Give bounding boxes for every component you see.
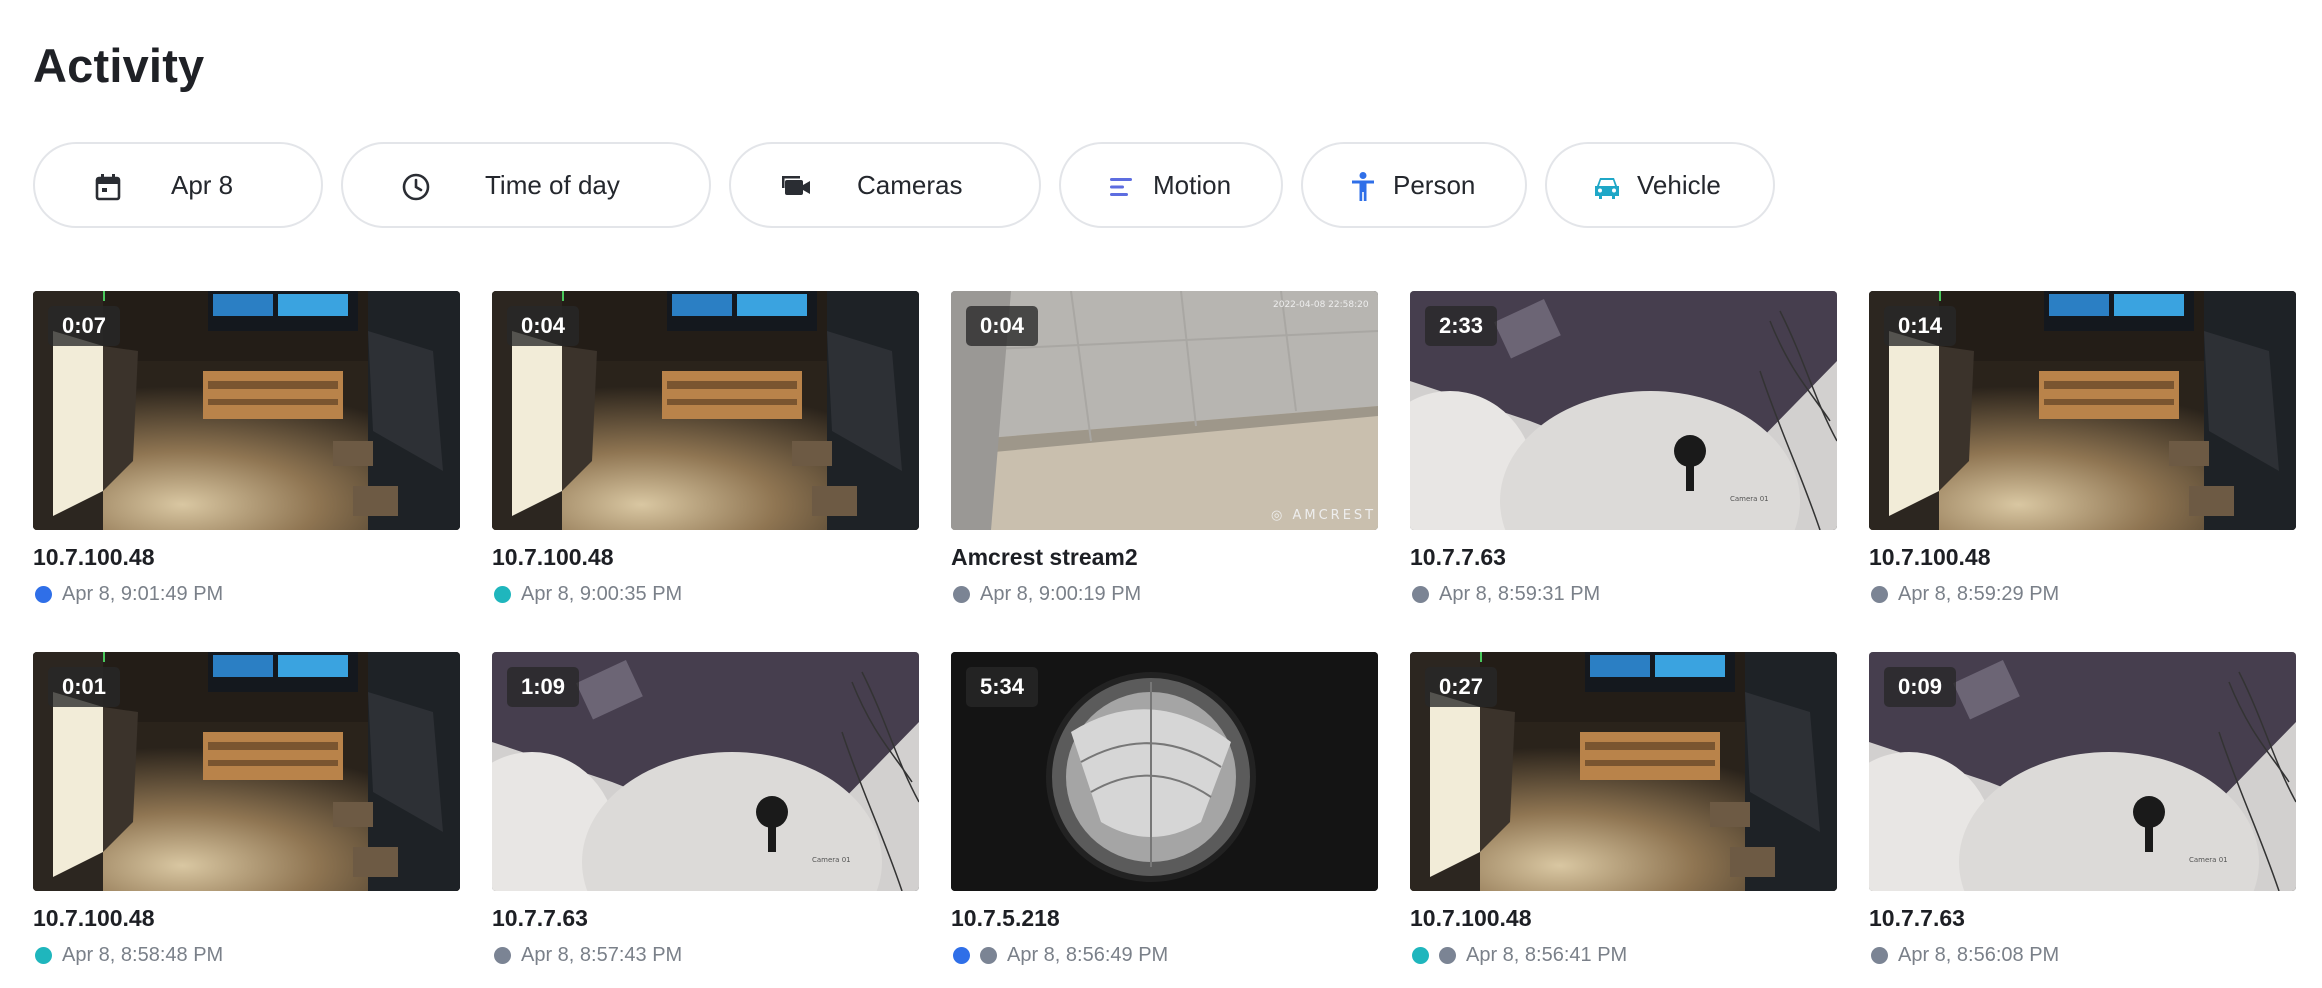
event-timestamp: Apr 8, 8:59:31 PM [1439, 582, 1601, 605]
vehicle-filter-chip[interactable]: Vehicle [1545, 142, 1775, 228]
duration-badge: 0:04 [507, 306, 580, 346]
event-timestamp: Apr 8, 8:57:43 PM [521, 943, 683, 966]
camera-name: 10.7.100.48 [33, 544, 155, 570]
date-filter-label: Apr 8 [171, 170, 234, 200]
person-filter-label: Person [1393, 170, 1476, 200]
other-detection-dot [1871, 946, 1888, 964]
event-timestamp: Apr 8, 9:00:19 PM [980, 582, 1142, 605]
event-meta: Apr 8, 8:58:48 PM [35, 942, 223, 968]
date-filter-chip[interactable]: Apr 8 [33, 142, 323, 228]
svg-text:Camera 01: Camera 01 [1730, 495, 1769, 503]
event-thumbnail[interactable]: 0:04 [492, 291, 919, 530]
cameras-filter-chip[interactable]: Cameras [729, 142, 1041, 228]
event-thumbnail[interactable]: 2022-04-08 22:58:20 ◎ AMCREST 0:04 [951, 291, 1378, 530]
other-detection-dot [494, 946, 511, 964]
event-card[interactable]: 5:34 10.7.5.218 Apr 8, 8:56:49 PM [951, 652, 1378, 982]
event-card[interactable]: 0:07 10.7.100.48 Apr 8, 9:01:49 PM [33, 291, 460, 621]
event-meta: Apr 8, 9:00:35 PM [494, 581, 682, 607]
time-of-day-filter-label: Time of day [485, 170, 620, 200]
event-thumbnail[interactable]: 0:27 [1410, 652, 1837, 891]
person-detection-dot [953, 946, 970, 964]
event-card[interactable]: 0:27 10.7.100.48 Apr 8, 8:56:41 PM [1410, 652, 1837, 982]
other-detection-dot [953, 585, 970, 603]
event-card[interactable]: 0:04 10.7.100.48 Apr 8, 9:00:35 PM [492, 291, 919, 621]
person-icon [1345, 169, 1381, 205]
clock-icon [398, 169, 434, 205]
event-meta: Apr 8, 8:59:31 PM [1412, 581, 1600, 607]
event-card[interactable]: Camera 01 1:09 10.7.7.63 Apr 8, 8:57:43 PM [492, 652, 919, 982]
event-meta: Apr 8, 8:59:29 PM [1871, 581, 2059, 607]
calendar-icon [90, 169, 126, 205]
event-timestamp: Apr 8, 8:56:49 PM [1007, 943, 1169, 966]
time-of-day-filter-chip[interactable]: Time of day [341, 142, 711, 228]
event-card[interactable]: Camera 01 0:09 10.7.7.63 Apr 8, 8:56:08 PM [1869, 652, 2296, 982]
car-icon [1589, 169, 1625, 205]
camera-name: 10.7.5.218 [951, 905, 1060, 931]
camera-name: 10.7.100.48 [1410, 905, 1532, 931]
event-meta: Apr 8, 8:56:41 PM [1412, 942, 1627, 968]
motion-detection-dot [35, 946, 52, 964]
duration-badge: 0:01 [48, 667, 121, 707]
event-thumbnail[interactable]: Camera 01 1:09 [492, 652, 919, 891]
duration-badge: 0:09 [1884, 667, 1957, 707]
camera-name: 10.7.100.48 [1869, 544, 1991, 570]
event-card[interactable]: Camera 01 2:33 10.7.7.63 Apr 8, 8:59:31 PM [1410, 291, 1837, 621]
event-card[interactable]: 2022-04-08 22:58:20 ◎ AMCREST 0:04 Amcres… [951, 291, 1378, 621]
duration-badge: 0:04 [966, 306, 1039, 346]
camera-name: 10.7.100.48 [492, 544, 614, 570]
person-detection-dot [35, 585, 52, 603]
duration-badge: 0:27 [1425, 667, 1498, 707]
event-timestamp: Apr 8, 8:56:08 PM [1898, 943, 2060, 966]
video-camera-icon [779, 169, 815, 205]
svg-text:Camera 01: Camera 01 [2189, 856, 2228, 864]
duration-badge: 5:34 [966, 667, 1039, 707]
svg-text:2022-04-08 22:58:20: 2022-04-08 22:58:20 [1273, 300, 1369, 310]
event-meta: Apr 8, 9:01:49 PM [35, 581, 223, 607]
event-timestamp: Apr 8, 8:56:41 PM [1466, 943, 1628, 966]
event-timestamp: Apr 8, 8:58:48 PM [62, 943, 224, 966]
duration-badge: 0:07 [48, 306, 121, 346]
other-detection-dot [1412, 585, 1429, 603]
motion-icon [1103, 169, 1139, 205]
motion-filter-chip[interactable]: Motion [1059, 142, 1283, 228]
event-thumbnail[interactable]: 5:34 [951, 652, 1378, 891]
event-meta: Apr 8, 8:57:43 PM [494, 942, 682, 968]
vehicle-filter-label: Vehicle [1637, 170, 1721, 200]
event-card[interactable]: 0:14 10.7.100.48 Apr 8, 8:59:29 PM [1869, 291, 2296, 621]
svg-text:◎ AMCREST: ◎ AMCREST [1271, 508, 1376, 523]
camera-name: Amcrest stream2 [951, 544, 1138, 570]
event-timestamp: Apr 8, 8:59:29 PM [1898, 582, 2060, 605]
other-detection-dot [980, 946, 997, 964]
cameras-filter-label: Cameras [857, 170, 963, 200]
duration-badge: 0:14 [1884, 306, 1957, 346]
event-thumbnail[interactable]: 0:14 [1869, 291, 2296, 530]
other-detection-dot [1871, 585, 1888, 603]
camera-name: 10.7.7.63 [1869, 905, 1965, 931]
event-card[interactable]: 0:01 10.7.100.48 Apr 8, 8:58:48 PM [33, 652, 460, 982]
event-thumbnail[interactable]: Camera 01 0:09 [1869, 652, 2296, 891]
event-timestamp: Apr 8, 9:01:49 PM [62, 582, 224, 605]
motion-detection-dot [1412, 946, 1429, 964]
other-detection-dot [1439, 946, 1456, 964]
motion-detection-dot [494, 585, 511, 603]
event-thumbnail[interactable]: 0:07 [33, 291, 460, 530]
event-thumbnail[interactable]: Camera 01 2:33 [1410, 291, 1837, 530]
event-meta: Apr 8, 8:56:08 PM [1871, 942, 2059, 968]
event-thumbnail[interactable]: 0:01 [33, 652, 460, 891]
duration-badge: 1:09 [507, 667, 580, 707]
duration-badge: 2:33 [1425, 306, 1498, 346]
event-meta: Apr 8, 9:00:19 PM [953, 581, 1141, 607]
page-title: Activity [33, 39, 205, 92]
svg-text:Camera 01: Camera 01 [812, 856, 851, 864]
event-meta: Apr 8, 8:56:49 PM [953, 942, 1168, 968]
person-filter-chip[interactable]: Person [1301, 142, 1527, 228]
camera-name: 10.7.7.63 [1410, 544, 1506, 570]
event-timestamp: Apr 8, 9:00:35 PM [521, 582, 683, 605]
camera-name: 10.7.7.63 [492, 905, 588, 931]
motion-filter-label: Motion [1153, 170, 1232, 200]
camera-name: 10.7.100.48 [33, 905, 155, 931]
